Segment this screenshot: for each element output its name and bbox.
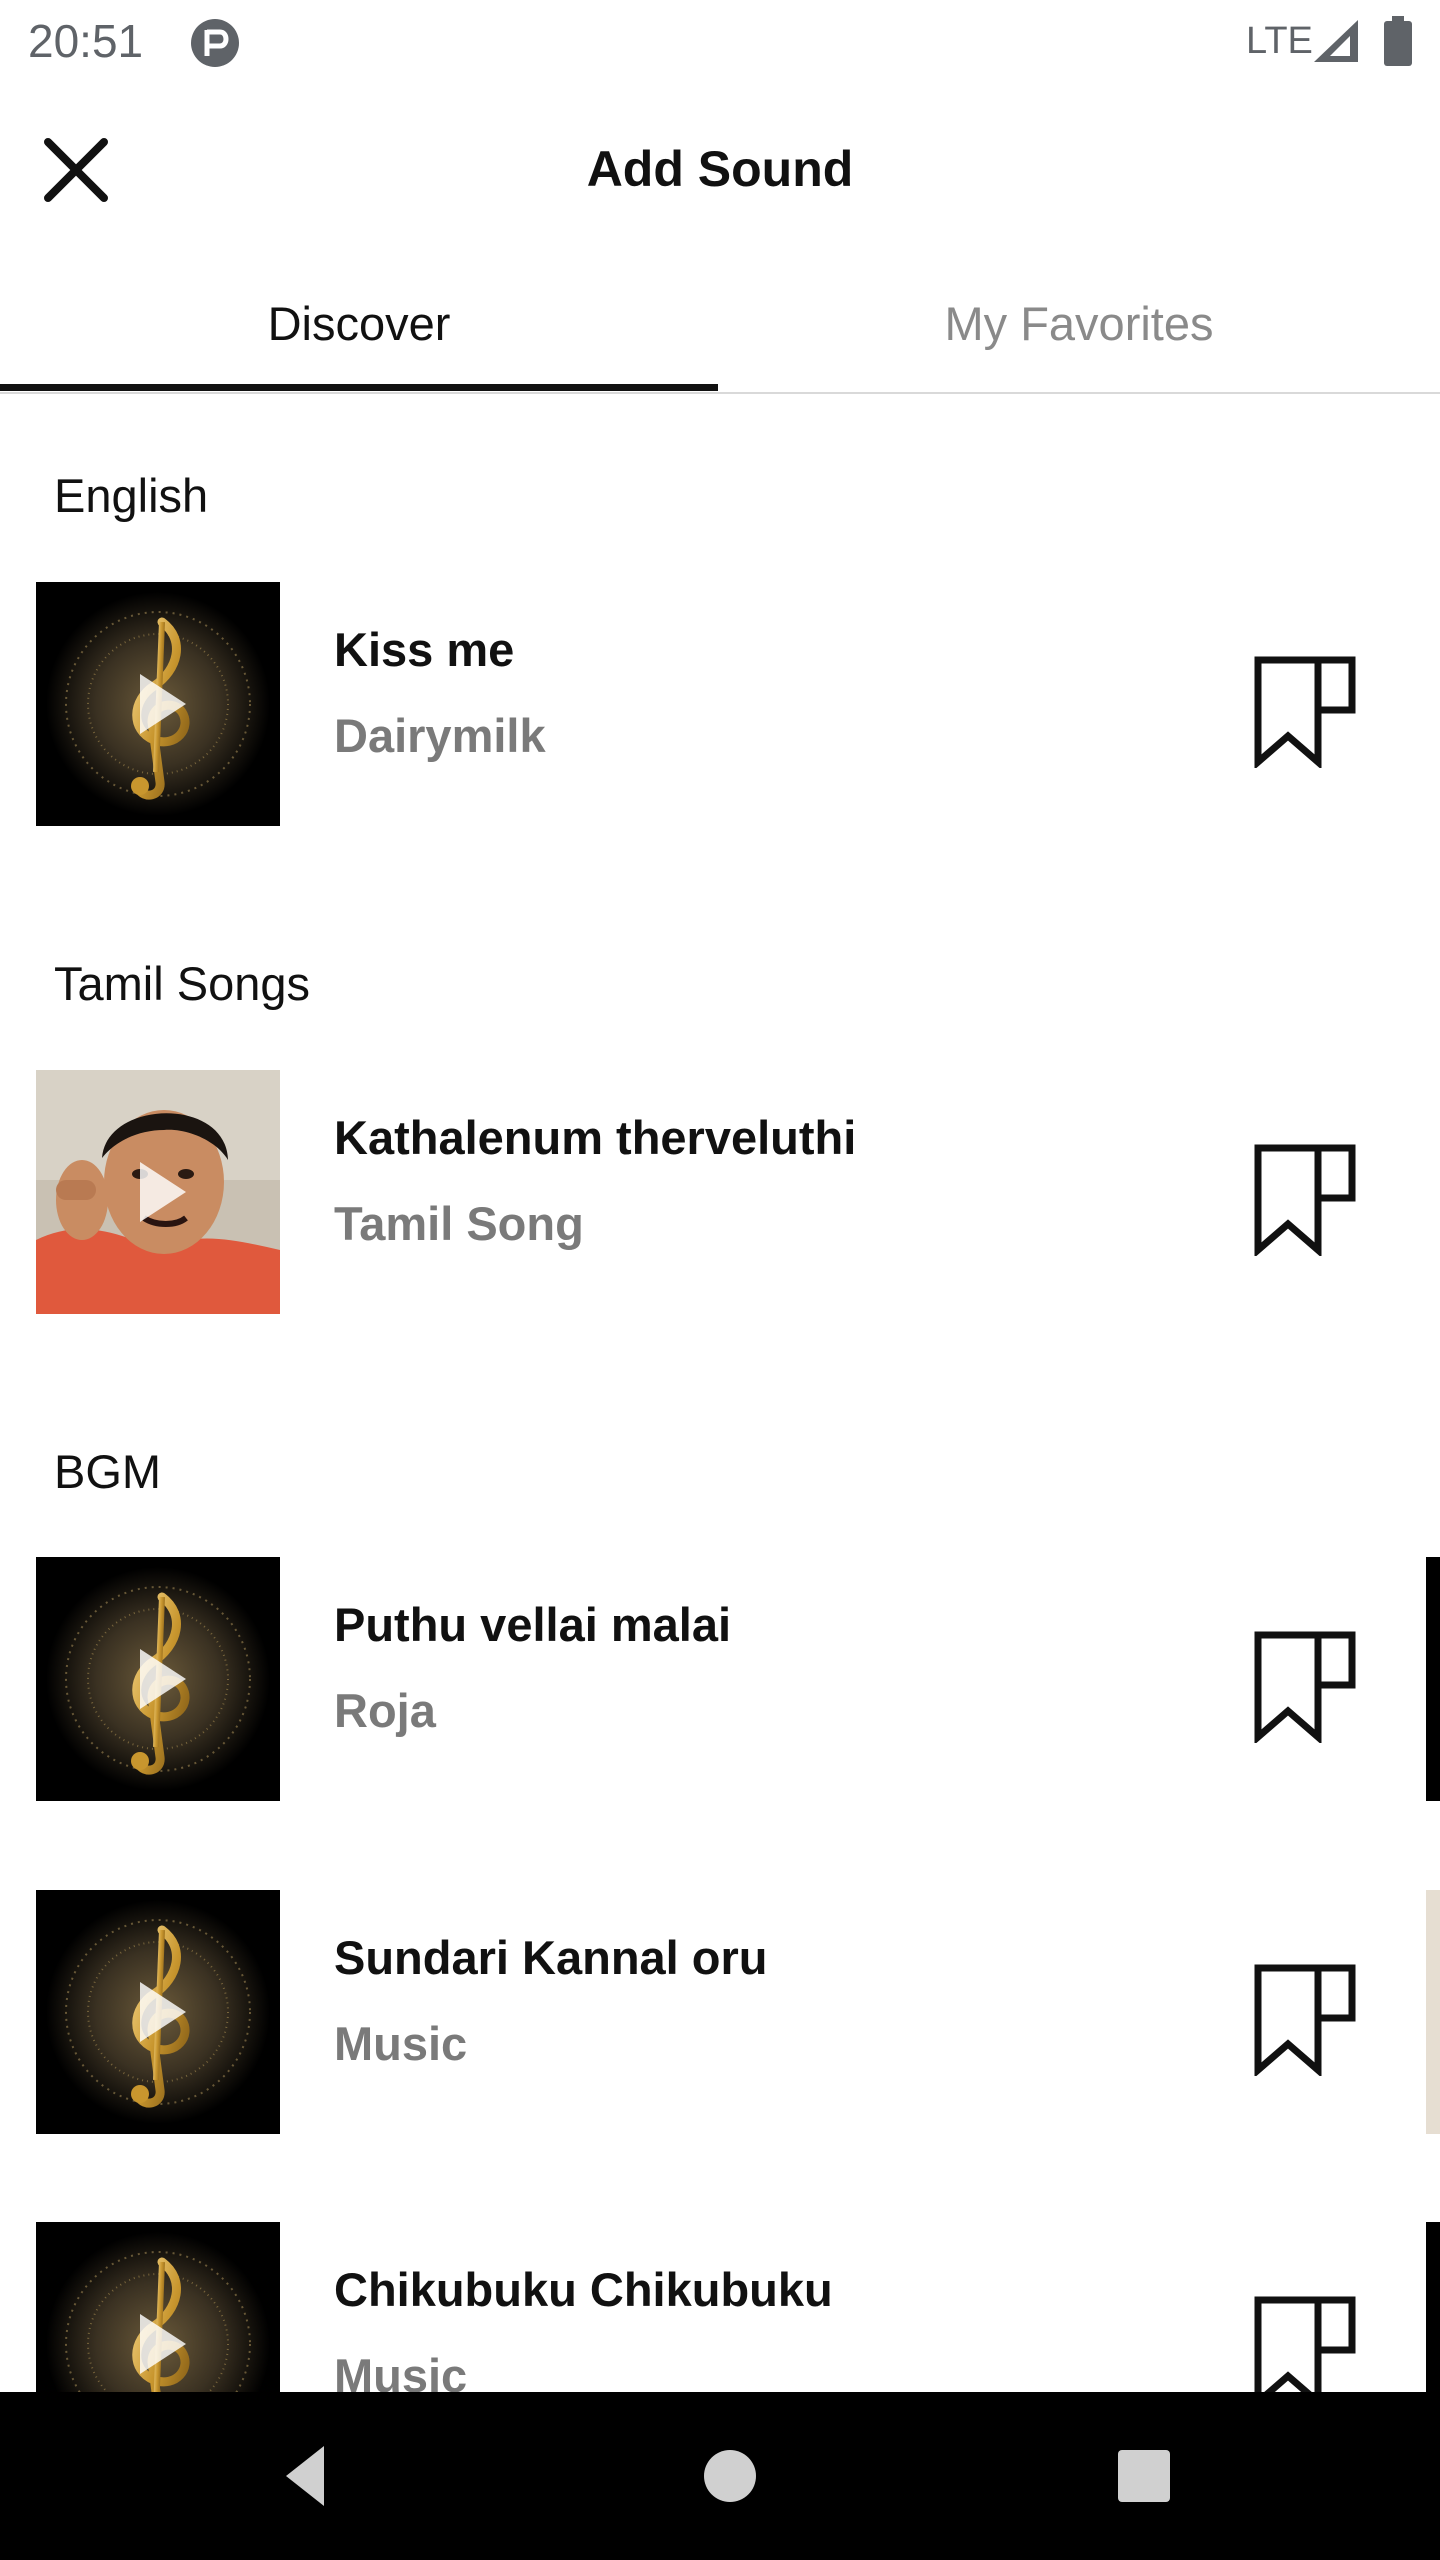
sound-row[interactable]: Kiss me Dairymilk: [0, 582, 1440, 828]
section-label-tamil-songs: Tamil Songs: [54, 957, 310, 1010]
sound-title: Sundari Kannal oru: [334, 1931, 768, 1984]
status-bar: 20:51 LTE: [0, 0, 1440, 84]
tab-discover[interactable]: Discover: [0, 260, 718, 390]
sound-thumbnail: [36, 1890, 280, 2134]
sound-title: Kathalenum therveluthi: [334, 1111, 857, 1164]
bookmark-icon[interactable]: [1252, 1962, 1358, 2076]
sound-row[interactable]: Puthu vellai malai Roja: [0, 1557, 1440, 1803]
next-page-edge: [1426, 1890, 1440, 2134]
status-network: LTE: [1246, 20, 1313, 62]
home-icon[interactable]: [690, 2436, 770, 2516]
bookmark-icon[interactable]: [1252, 2294, 1358, 2408]
sound-artist: Music: [334, 2017, 468, 2070]
sound-artist: Dairymilk: [334, 709, 546, 762]
tab-indicator: [0, 384, 718, 391]
sound-title: Chikubuku Chikubuku: [334, 2263, 833, 2316]
next-page-edge: [1426, 1557, 1440, 1801]
sound-row[interactable]: Sundari Kannal oru Music: [0, 1890, 1440, 2136]
tab-bar: Discover My Favorites: [0, 260, 1440, 394]
bookmark-icon[interactable]: [1252, 654, 1358, 768]
back-icon[interactable]: [272, 2436, 352, 2516]
sound-thumbnail: [36, 1557, 280, 1801]
sound-artist: Tamil Song: [334, 1197, 584, 1250]
section-label-bgm: BGM: [54, 1445, 162, 1498]
sound-thumbnail: [36, 1070, 280, 1314]
sound-row[interactable]: Kathalenum therveluthi Tamil Song: [0, 1070, 1440, 1316]
page-title: Add Sound: [586, 141, 854, 197]
tab-my-favorites[interactable]: My Favorites: [720, 260, 1438, 390]
sound-title: Kiss me: [334, 623, 515, 676]
bookmark-icon[interactable]: [1252, 1142, 1358, 1256]
system-nav-bar: [0, 2392, 1440, 2560]
recents-icon[interactable]: [1104, 2436, 1184, 2516]
signal-icon: [1314, 20, 1358, 62]
sound-thumbnail: [36, 582, 280, 826]
app-notification-icon: [191, 19, 239, 67]
sound-artist: Roja: [334, 1684, 436, 1737]
section-label-english: English: [54, 469, 209, 522]
status-time: 20:51: [28, 15, 144, 67]
sound-title: Puthu vellai malai: [334, 1598, 732, 1651]
battery-icon: [1384, 16, 1412, 66]
bookmark-icon[interactable]: [1252, 1629, 1358, 1743]
